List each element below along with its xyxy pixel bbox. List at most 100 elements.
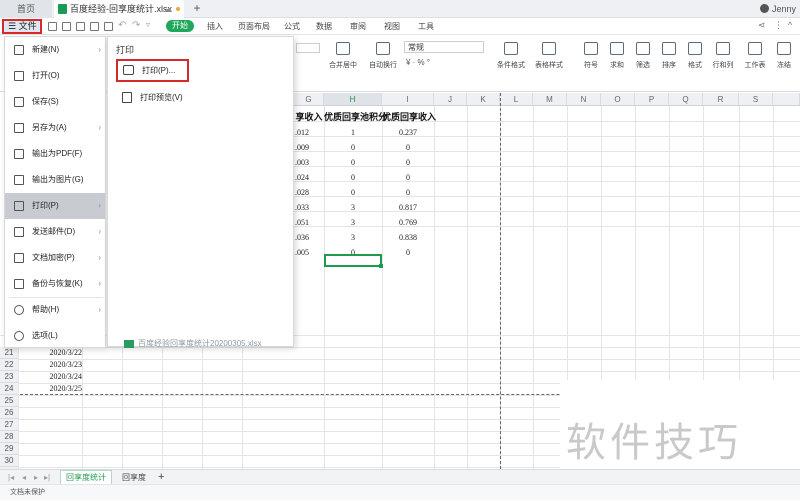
more-icon[interactable]: ⋮ <box>774 21 783 30</box>
table-cell[interactable]: 0.817 <box>382 200 434 215</box>
table-style-button[interactable]: 表格样式 <box>530 40 568 82</box>
file-menu-item-export-pdf[interactable]: 输出为PDF(F) <box>5 141 105 167</box>
column-header-j[interactable]: J <box>434 93 467 106</box>
header-cell-g[interactable]: 享收入 <box>294 110 324 125</box>
file-menu-button[interactable]: ☰ 文件 <box>2 19 42 34</box>
date-cell[interactable]: 2020/3/23 <box>0 359 82 371</box>
wrap-text-button[interactable]: 自动换行 <box>364 40 402 82</box>
tab-view[interactable]: 视图 <box>384 18 400 35</box>
table-cell[interactable]: 3 <box>324 230 382 245</box>
column-header-l[interactable]: L <box>500 93 533 106</box>
date-cell[interactable] <box>0 395 82 407</box>
tab-start[interactable]: 开始 <box>166 20 194 32</box>
file-menu-item-print[interactable]: 打印(P) › <box>5 193 105 219</box>
header-cell-i[interactable]: 优质回享收入 <box>382 110 436 125</box>
save-icon[interactable] <box>62 22 71 31</box>
column-header-s[interactable]: S <box>739 93 773 106</box>
table-cell[interactable]: .036 <box>294 230 324 245</box>
avatar[interactable] <box>760 4 769 13</box>
conditional-format-button[interactable]: 条件格式 <box>492 40 530 82</box>
merge-center-button[interactable]: 合并居中 <box>324 40 362 82</box>
file-menu-item-backup[interactable]: 备份与恢复(K) › <box>5 271 105 297</box>
table-cell[interactable]: 0.838 <box>382 230 434 245</box>
column-header-g[interactable]: G <box>294 93 324 106</box>
tab-insert[interactable]: 插入 <box>207 18 223 35</box>
export-icon[interactable] <box>76 22 85 31</box>
share-icon[interactable]: ⋖ <box>758 21 767 30</box>
table-cell[interactable]: 0 <box>324 155 382 170</box>
redo-icon[interactable]: ↷ <box>132 20 140 31</box>
table-cell[interactable]: 0 <box>382 140 434 155</box>
table-cell[interactable]: .009 <box>294 140 324 155</box>
table-cell[interactable]: 0 <box>324 185 382 200</box>
column-header-h[interactable]: H <box>324 93 382 106</box>
date-cell[interactable] <box>0 419 82 431</box>
date-cell[interactable]: 2020/3/24 <box>0 371 82 383</box>
column-header-k[interactable]: K <box>467 93 500 106</box>
table-cell[interactable]: 0.237 <box>382 125 434 140</box>
print-icon[interactable] <box>90 22 99 31</box>
print-button[interactable]: 打印(P)... <box>116 59 189 82</box>
sheet-tab-active[interactable]: 回享度统计 <box>60 470 112 485</box>
file-menu-item-new[interactable]: 新建(N) › <box>5 37 105 63</box>
sheet-tab[interactable]: 回享度 <box>114 470 154 485</box>
file-menu-item-options[interactable]: 选项(L) <box>5 323 105 349</box>
protection-status[interactable]: 文档未保护 <box>10 485 45 501</box>
file-menu-item-send-email[interactable]: 发送邮件(D) › <box>5 219 105 245</box>
file-menu-item-open[interactable]: 打开(O) <box>5 63 105 89</box>
file-menu-item-help[interactable]: 帮助(H) › <box>5 297 105 323</box>
file-menu-item-save[interactable]: 保存(S) <box>5 89 105 115</box>
align-group-icon[interactable] <box>296 43 320 53</box>
table-cell[interactable]: .028 <box>294 185 324 200</box>
table-cell[interactable]: 3 <box>324 200 382 215</box>
header-cell-h[interactable]: 优质回享池积分 <box>324 110 387 125</box>
selected-cell[interactable] <box>324 254 383 268</box>
document-tab[interactable]: 百度经验-回享度统计.xlsx ☁ <box>54 0 184 18</box>
preview-icon[interactable] <box>104 22 113 31</box>
column-header-r[interactable]: R <box>703 93 739 106</box>
column-header-n[interactable]: N <box>567 93 601 106</box>
file-menu-item-export-image[interactable]: 输出为图片(G) <box>5 167 105 193</box>
table-cell[interactable]: .003 <box>294 155 324 170</box>
table-cell[interactable]: 0 <box>382 245 434 260</box>
recent-file-item[interactable]: 百度经验回享度统计20200305.xlsx <box>124 339 294 349</box>
prev-sheet-icon[interactable]: ◂ <box>22 470 26 485</box>
column-header-q[interactable]: Q <box>669 93 703 106</box>
table-cell[interactable]: 0 <box>382 155 434 170</box>
collapse-icon[interactable]: ^ <box>788 21 797 30</box>
tab-data[interactable]: 数据 <box>316 18 332 35</box>
column-header-i[interactable]: I <box>382 93 434 106</box>
column-header-m[interactable]: M <box>533 93 567 106</box>
tab-review[interactable]: 审阅 <box>350 18 366 35</box>
date-cell[interactable] <box>0 431 82 443</box>
undo-icon[interactable]: ↶ <box>118 20 126 31</box>
table-cell[interactable]: 0 <box>382 170 434 185</box>
date-cell[interactable] <box>0 455 82 467</box>
last-sheet-icon[interactable]: ▸| <box>44 470 50 485</box>
table-cell[interactable]: .012 <box>294 125 324 140</box>
column-header-extra[interactable] <box>773 93 800 106</box>
home-tab[interactable]: 首页 <box>0 0 52 18</box>
tab-formula[interactable]: 公式 <box>284 18 300 35</box>
tab-page-layout[interactable]: 页面布局 <box>238 18 270 35</box>
fill-handle[interactable] <box>379 264 383 268</box>
user-name[interactable]: Jenny <box>772 0 796 18</box>
file-menu-item-save-as[interactable]: 另存为(A) › <box>5 115 105 141</box>
date-cell[interactable] <box>0 443 82 455</box>
currency-percent-buttons[interactable]: ¥ · % ° <box>406 58 430 67</box>
column-header-p[interactable]: P <box>635 93 669 106</box>
table-cell[interactable]: .005 <box>294 245 324 260</box>
tab-tools[interactable]: 工具 <box>418 18 434 35</box>
table-cell[interactable]: .024 <box>294 170 324 185</box>
column-header-o[interactable]: O <box>601 93 635 106</box>
table-cell[interactable]: 0 <box>324 170 382 185</box>
table-cell[interactable]: 0 <box>382 185 434 200</box>
add-sheet-button[interactable]: + <box>158 470 164 484</box>
table-cell[interactable]: 0.769 <box>382 215 434 230</box>
table-cell[interactable]: .051 <box>294 215 324 230</box>
print-preview-button[interactable]: 打印预览(V) <box>122 89 183 107</box>
new-tab-button[interactable]: + <box>190 0 204 18</box>
file-menu-item-encrypt[interactable]: 文档加密(P) › <box>5 245 105 271</box>
dropdown-icon[interactable]: ▿ <box>146 20 150 29</box>
number-format-select[interactable]: 常规 <box>404 41 484 53</box>
